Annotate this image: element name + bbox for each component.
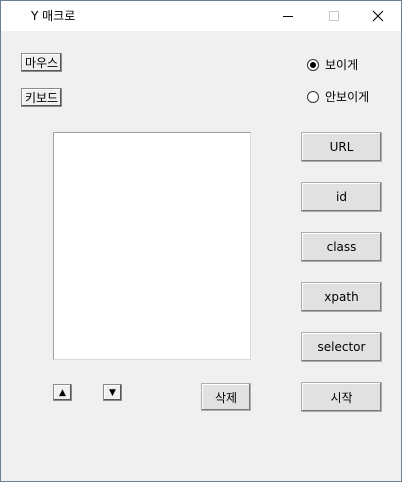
move-down-button[interactable]: ▼ — [103, 384, 122, 401]
start-button[interactable]: 시작 — [301, 382, 382, 412]
move-up-button[interactable]: ▲ — [53, 384, 72, 401]
macro-listbox[interactable] — [53, 132, 251, 360]
triangle-up-icon: ▲ — [59, 387, 66, 398]
id-button[interactable]: id — [301, 182, 382, 212]
url-button[interactable]: URL — [301, 132, 382, 162]
xpath-button[interactable]: xpath — [301, 282, 382, 312]
radio-hidden-indicator[interactable] — [307, 90, 319, 103]
maximize-icon — [329, 11, 339, 21]
window-title: Y 매크로 — [31, 9, 76, 23]
minimize-icon — [283, 16, 293, 17]
triangle-down-icon: ▼ — [109, 387, 116, 398]
radio-hidden[interactable]: 안보이게 — [307, 88, 369, 105]
radio-hidden-label: 안보이게 — [325, 90, 370, 104]
selector-button[interactable]: selector — [301, 332, 382, 362]
delete-button[interactable]: 삭제 — [201, 383, 251, 411]
class-button[interactable]: class — [301, 232, 382, 262]
minimize-button[interactable] — [265, 1, 311, 31]
keyboard-button[interactable]: 키보드 — [21, 88, 62, 107]
radio-visible-label: 보이게 — [325, 58, 359, 72]
close-button[interactable] — [355, 1, 401, 31]
radio-selected-dot — [310, 61, 316, 68]
maximize-button[interactable] — [311, 1, 357, 31]
title-bar[interactable]: Y 매크로 — [1, 1, 401, 31]
close-icon — [372, 10, 384, 22]
app-window: Y 매크로 마우스 키보드 보이게 안보이게 URL id class xpat… — [0, 0, 402, 482]
radio-visible[interactable]: 보이게 — [307, 56, 358, 73]
radio-visible-indicator[interactable] — [307, 58, 319, 71]
mouse-button[interactable]: 마우스 — [21, 53, 62, 72]
